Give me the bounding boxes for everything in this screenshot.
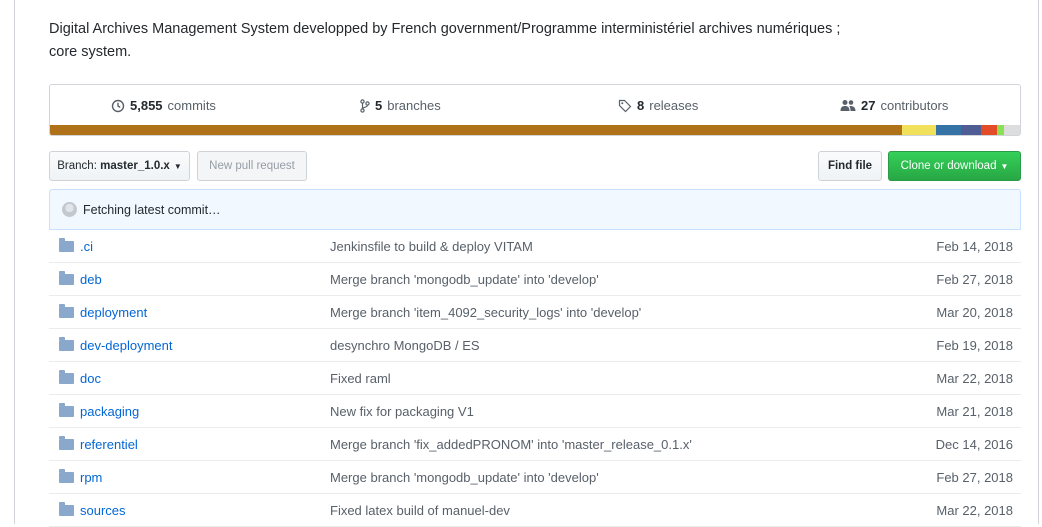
repo-summary: 5,855 commits 5 branches 8 releases 27 c…: [49, 84, 1021, 136]
folder-icon: [59, 403, 74, 417]
branches-label: branches: [387, 98, 441, 113]
folder-icon: [59, 502, 74, 516]
releases-count: 8: [637, 98, 645, 113]
file-name-link[interactable]: sources: [59, 502, 126, 518]
file-name: .ci: [80, 239, 93, 254]
file-name: deb: [80, 272, 102, 287]
commit-message-link[interactable]: desynchro MongoDB / ES: [330, 338, 480, 353]
people-icon: [840, 100, 856, 111]
file-name: referentiel: [80, 437, 138, 452]
language-bar-segment[interactable]: [1004, 125, 1020, 135]
branch-select-button[interactable]: Branch: master_1.0.x ▼: [49, 151, 190, 181]
contributors-link[interactable]: 27 contributors: [840, 98, 948, 113]
commits-link[interactable]: 5,855 commits: [111, 98, 216, 113]
commit-message-link[interactable]: Merge branch 'fix_addedPRONOM' into 'mas…: [330, 437, 692, 452]
language-bar-segment[interactable]: [935, 125, 961, 135]
file-row: deployment Merge branch 'item_4092_securi…: [49, 296, 1021, 329]
commit-age: Feb 27, 2018: [936, 470, 1013, 485]
clone-or-download-label: Clone or download: [900, 160, 997, 172]
commit-age: Mar 20, 2018: [936, 305, 1013, 320]
caret-down-icon: ▼: [173, 161, 182, 171]
file-name-link[interactable]: deb: [59, 271, 102, 287]
latest-commit-bar: Fetching latest commit…: [49, 189, 1021, 230]
branch-name: master_1.0.x: [100, 160, 170, 172]
file-name: doc: [80, 371, 101, 386]
language-bar-segment[interactable]: [996, 125, 1005, 135]
file-row: rpm Merge branch 'mongodb_update' into 'd…: [49, 461, 1021, 494]
file-name-link[interactable]: rpm: [59, 469, 103, 485]
commit-message-link[interactable]: Merge branch 'mongodb_update' into 'deve…: [330, 272, 599, 287]
page-border-left: [14, 0, 15, 524]
commit-age: Mar 22, 2018: [936, 371, 1013, 386]
file-row: deb Merge branch 'mongodb_update' into 'd…: [49, 263, 1021, 296]
find-file-button[interactable]: Find file: [818, 151, 882, 181]
commit-age: Feb 14, 2018: [936, 239, 1013, 254]
file-row: dev-deployment desynchro MongoDB / ES Feb …: [49, 329, 1021, 362]
file-name-link[interactable]: dev-deployment: [59, 337, 173, 353]
file-row: doc Fixed raml Mar 22, 2018: [49, 362, 1021, 395]
commit-message-link[interactable]: Fixed raml: [330, 371, 391, 386]
folder-icon: [59, 469, 74, 483]
releases-link[interactable]: 8 releases: [618, 98, 698, 113]
file-name-link[interactable]: packaging: [59, 403, 140, 419]
caret-down-icon: ▼: [1000, 161, 1009, 171]
repo-description: Digital Archives Management System devel…: [49, 18, 949, 64]
new-pull-request-button[interactable]: New pull request: [197, 151, 307, 181]
file-name: dev-deployment: [80, 338, 173, 353]
file-list: .ci Jenkinsfile to build & deploy VITAM Fe…: [49, 230, 1021, 527]
file-name: rpm: [80, 470, 103, 485]
commit-age: Dec 14, 2016: [935, 437, 1013, 452]
commits-count: 5,855: [130, 98, 163, 113]
file-name: sources: [80, 503, 126, 518]
folder-icon: [59, 271, 74, 285]
language-bar[interactable]: [50, 125, 1020, 135]
commits-label: commits: [167, 98, 216, 113]
avatar: [62, 202, 77, 217]
commit-age: Mar 22, 2018: [936, 503, 1013, 518]
file-row: sources Fixed latex build of manuel-dev Ma…: [49, 494, 1021, 527]
folder-icon: [59, 337, 74, 351]
folder-icon: [59, 370, 74, 384]
clone-or-download-button[interactable]: Clone or download ▼: [888, 151, 1021, 181]
commit-message-link[interactable]: Merge branch 'mongodb_update' into 'deve…: [330, 470, 599, 485]
folder-icon: [59, 238, 74, 252]
language-bar-segment[interactable]: [901, 125, 936, 135]
branches-link[interactable]: 5 branches: [360, 98, 441, 113]
folder-icon: [59, 436, 74, 450]
contributors-label: contributors: [880, 98, 949, 113]
commit-message-link[interactable]: Merge branch 'item_4092_security_logs' i…: [330, 305, 641, 320]
file-name-link[interactable]: deployment: [59, 304, 148, 320]
commit-age: Feb 19, 2018: [936, 338, 1013, 353]
page-border-right: [1038, 0, 1039, 524]
commit-age: Mar 21, 2018: [936, 404, 1013, 419]
tag-icon: [618, 99, 632, 112]
file-row: referentiel Merge branch 'fix_addedPRONOM…: [49, 428, 1021, 461]
file-name: deployment: [80, 305, 148, 320]
repo-description-line: core system.: [49, 44, 132, 60]
file-row: .ci Jenkinsfile to build & deploy VITAM Fe…: [49, 230, 1021, 263]
latest-commit-text: Fetching latest commit…: [83, 202, 221, 217]
releases-label: releases: [649, 98, 699, 113]
file-name-link[interactable]: doc: [59, 370, 101, 386]
commit-message-link[interactable]: New fix for packaging V1: [330, 404, 474, 419]
language-bar-segment[interactable]: [960, 125, 982, 135]
file-name-link[interactable]: referentiel: [59, 436, 138, 452]
commit-message-link[interactable]: Jenkinsfile to build & deploy VITAM: [330, 239, 533, 254]
branch-icon: [360, 98, 370, 113]
contributors-count: 27: [861, 98, 876, 113]
branches-count: 5: [375, 98, 383, 113]
file-row: packaging New fix for packaging V1 Mar 21,…: [49, 395, 1021, 428]
file-name-link[interactable]: .ci: [59, 238, 93, 254]
folder-icon: [59, 304, 74, 318]
language-bar-segment[interactable]: [50, 125, 902, 135]
repo-description-line: Digital Archives Management System devel…: [49, 21, 841, 37]
commit-message-link[interactable]: Fixed latex build of manuel-dev: [330, 503, 510, 518]
commit-age: Feb 27, 2018: [936, 272, 1013, 287]
file-name: packaging: [80, 404, 140, 419]
language-bar-segment[interactable]: [981, 125, 997, 135]
branch-prefix: Branch:: [57, 160, 97, 172]
history-icon: [111, 99, 125, 112]
